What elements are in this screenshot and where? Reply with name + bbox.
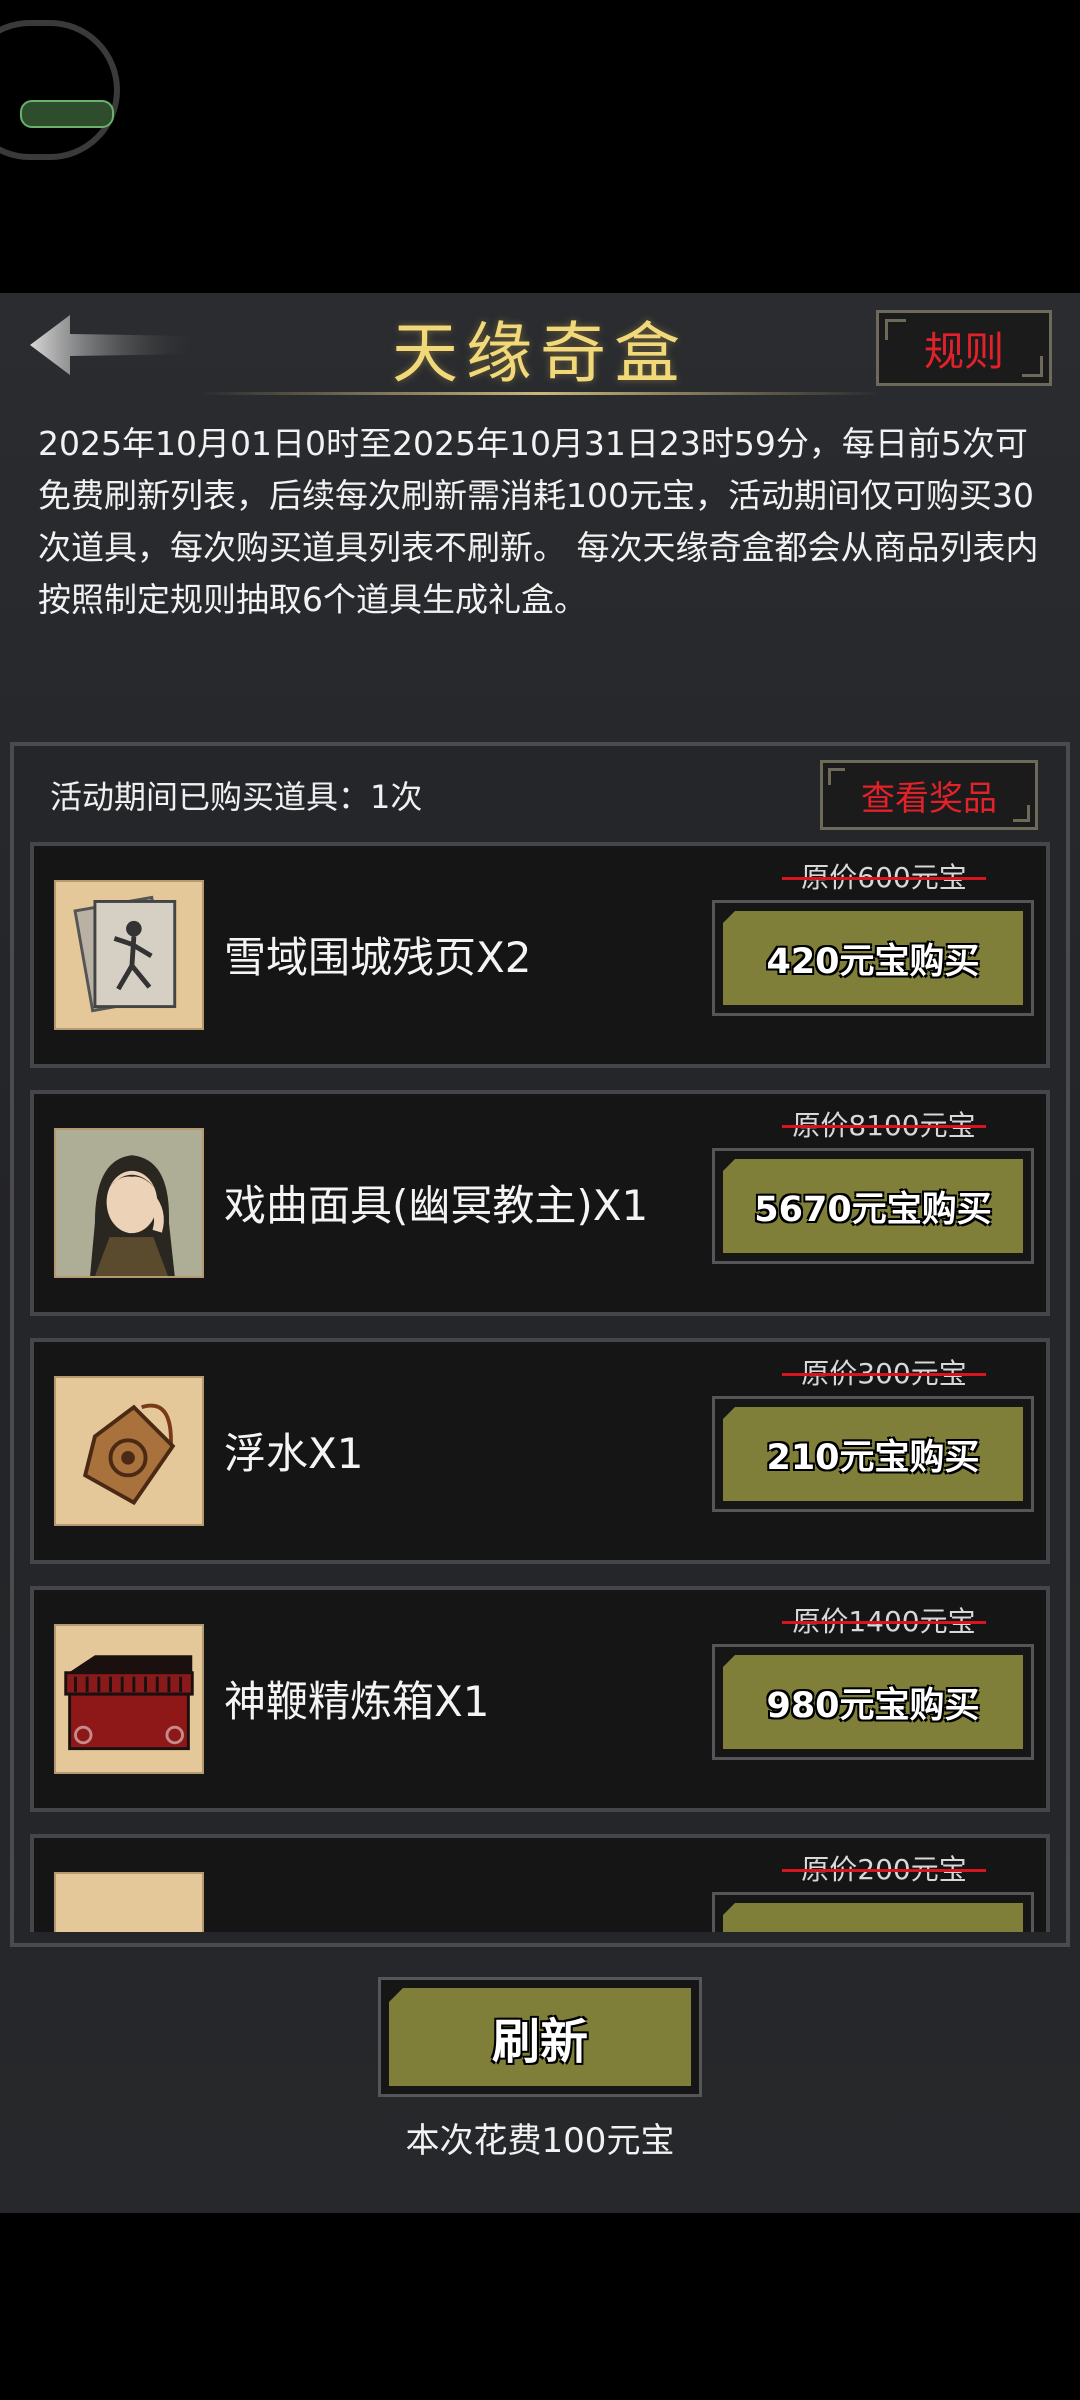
character-portrait-icon: [54, 1128, 204, 1278]
original-price: 原价1400元宝: [774, 1600, 994, 1640]
buy-button[interactable]: 5670元宝购买: [712, 1148, 1034, 1264]
scroll-pages-icon: [54, 880, 204, 1030]
original-price: 原价300元宝: [774, 1352, 994, 1392]
back-arrow-icon: [30, 315, 196, 375]
item-list[interactable]: 雪域围城残页X2 原价600元宝 420元宝购买 戏曲面具(幽冥教主)X1 原价…: [30, 842, 1050, 1932]
buy-label: 210元宝购买: [723, 1407, 1023, 1501]
title-divider: [200, 392, 880, 395]
list-item: 原价200元宝: [30, 1834, 1050, 1932]
purchase-count: 活动期间已购买道具：1次: [50, 778, 423, 816]
nav-bar-area: [0, 2213, 1080, 2400]
buy-button[interactable]: [712, 1892, 1034, 1932]
ore-icon: [54, 1872, 204, 1932]
refresh-button[interactable]: 刷新: [378, 1977, 702, 2097]
page-title: 天缘奇盒: [392, 315, 688, 392]
red-chest-icon: [54, 1624, 204, 1774]
list-item: 戏曲面具(幽冥教主)X1 原价8100元宝 5670元宝购买: [30, 1090, 1050, 1316]
original-price: 原价8100元宝: [774, 1104, 994, 1144]
buy-button[interactable]: 420元宝购买: [712, 900, 1034, 1016]
status-area: [0, 0, 1080, 293]
refresh-cost: 本次花费100元宝: [405, 2121, 675, 2161]
jade-token-icon: [54, 1376, 204, 1526]
item-name: 戏曲面具(幽冥教主)X1: [224, 1181, 649, 1230]
buy-label: 5670元宝购买: [723, 1159, 1023, 1253]
item-name: 浮水X1: [224, 1429, 364, 1478]
buy-label: 980元宝购买: [723, 1655, 1023, 1749]
buy-label: 420元宝购买: [723, 911, 1023, 1005]
rules-label: 规则: [924, 329, 1004, 375]
back-button[interactable]: [28, 310, 198, 380]
view-prizes-button[interactable]: 查看奖品: [820, 760, 1038, 830]
list-item: 浮水X1 原价300元宝 210元宝购买: [30, 1338, 1050, 1564]
original-price: 原价200元宝: [774, 1848, 994, 1888]
avatar-badge: [20, 100, 114, 128]
item-name: 雪域围城残页X2: [224, 933, 532, 982]
rules-button[interactable]: 规则: [876, 310, 1052, 386]
event-description: 2025年10月01日0时至2025年10月31日23时59分，每日前5次可免费…: [38, 424, 1039, 619]
list-item: 神鞭精炼箱X1 原价1400元宝 980元宝购买: [30, 1586, 1050, 1812]
buy-label: [723, 1903, 1023, 1932]
list-item: 雪域围城残页X2 原价600元宝 420元宝购买: [30, 842, 1050, 1068]
view-prizes-label: 查看奖品: [861, 778, 997, 819]
original-price: 原价600元宝: [774, 856, 994, 896]
buy-button[interactable]: 210元宝购买: [712, 1396, 1034, 1512]
refresh-label: 刷新: [389, 1988, 691, 2086]
item-name: 神鞭精炼箱X1: [224, 1677, 490, 1726]
buy-button[interactable]: 980元宝购买: [712, 1644, 1034, 1760]
